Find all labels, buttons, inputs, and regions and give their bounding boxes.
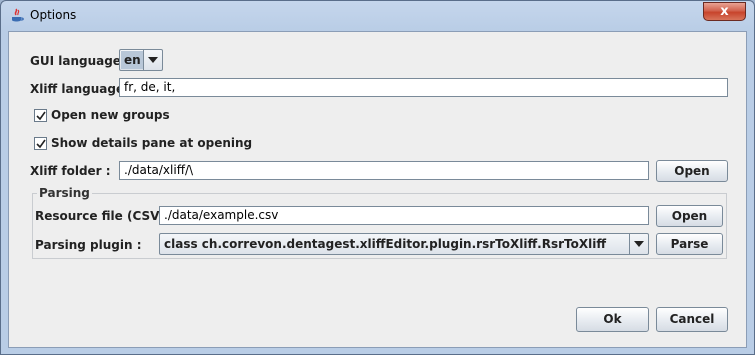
xliff-folder-input[interactable]: ./data/xliff/\ [119, 161, 649, 180]
gui-language-select[interactable]: en [119, 49, 163, 71]
show-details-label[interactable]: Show details pane at opening [51, 136, 252, 150]
gui-language-value: en [121, 51, 144, 69]
options-panel: GUI language en Xliff languages fr, de, … [8, 31, 747, 348]
open-new-groups-checkbox[interactable] [34, 109, 47, 122]
xliff-folder-label: Xliff folder : [30, 164, 111, 178]
gui-language-label: GUI language [30, 54, 121, 68]
parsing-plugin-select[interactable]: class ch.correvon.dentagest.xliffEditor.… [159, 233, 649, 255]
title-bar[interactable]: Options x [1, 1, 754, 31]
chevron-down-icon[interactable] [143, 50, 162, 70]
parse-button[interactable]: Parse [656, 233, 723, 255]
window-title: Options [30, 8, 77, 22]
resource-file-open-button[interactable]: Open [656, 205, 723, 227]
parsing-plugin-label: Parsing plugin : [35, 238, 142, 252]
close-button[interactable]: x [703, 2, 746, 21]
show-details-checkbox[interactable] [34, 137, 47, 150]
resource-file-label: Resource file (CSV) : [35, 209, 174, 223]
xliff-languages-input[interactable]: fr, de, it, [119, 78, 728, 97]
xliff-languages-label: Xliff languages [30, 82, 132, 96]
options-dialog: Options x GUI language en Xliff language… [0, 0, 755, 355]
resource-file-input[interactable]: ./data/example.csv [159, 206, 649, 225]
checkmark-icon [36, 111, 46, 121]
chevron-down-icon[interactable] [629, 234, 648, 254]
parsing-group-title: Parsing [37, 186, 92, 200]
xliff-folder-open-button[interactable]: Open [656, 160, 728, 182]
parsing-plugin-value: class ch.correvon.dentagest.xliffEditor.… [164, 237, 607, 251]
java-icon [10, 8, 24, 24]
close-icon: x [720, 4, 729, 19]
ok-button[interactable]: Ok [576, 307, 649, 332]
open-new-groups-label[interactable]: Open new groups [51, 108, 170, 122]
cancel-button[interactable]: Cancel [656, 307, 728, 332]
checkmark-icon [36, 139, 46, 149]
